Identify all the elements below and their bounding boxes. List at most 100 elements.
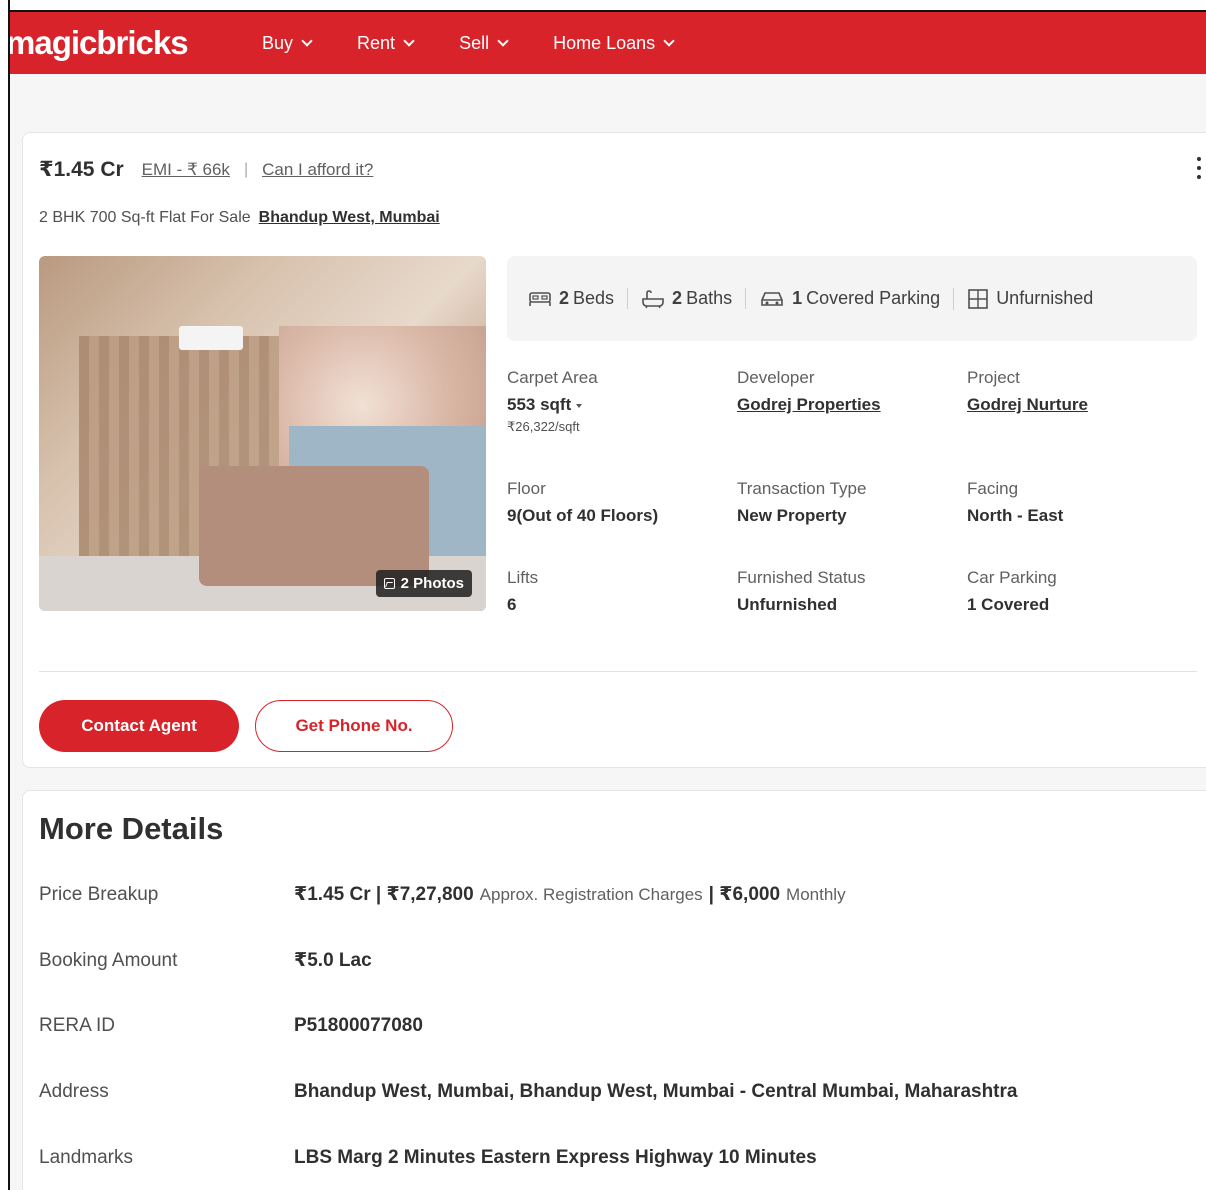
detail-lifts: Lifts 6 — [507, 568, 538, 615]
row-value: Bhandup West, Mumbai, Bhandup West, Mumb… — [294, 1081, 1018, 1102]
photo-bed — [199, 466, 429, 586]
detail-value: New Property — [737, 506, 847, 525]
row-value: P51800077080 — [294, 1015, 423, 1036]
more-options-icon[interactable] — [1197, 157, 1203, 179]
app-window: magicbricks Buy Rent Sell Home Loans ₹1.… — [10, 10, 1206, 1190]
chevron-down-icon — [301, 34, 313, 47]
afford-link[interactable]: Can I afford it? — [262, 160, 373, 180]
chevron-down-icon — [663, 34, 675, 47]
furnishing-icon — [968, 288, 988, 309]
amenity-baths-count: 2 — [672, 288, 683, 308]
detail-label: Lifts — [507, 568, 539, 587]
detail-label: Developer — [737, 368, 815, 387]
photo-count-label: 2 Photos — [400, 575, 464, 592]
listing-title: 2 BHK 700 Sq-ft Flat For Sale Bhandup Wes… — [39, 209, 440, 227]
amenities-bar: 2 Beds 2 Baths 1 Covered Parking Unfurni… — [507, 256, 1197, 341]
amenity-beds-count: 2 — [559, 288, 570, 308]
detail-value: North - East — [967, 506, 1064, 525]
detail-value[interactable]: 553 sqft — [507, 395, 598, 415]
price-breakup-monthly: Monthly — [786, 885, 846, 904]
row-label: Address — [39, 1081, 109, 1102]
price-breakup-price: ₹1.45 Cr | ₹7,27,800 — [294, 884, 474, 905]
photo-count-badge[interactable]: 2 Photos — [375, 570, 472, 597]
listing-location-link[interactable]: Bhandup West, Mumbai — [259, 209, 440, 226]
more-details-title: More Details — [39, 811, 224, 846]
carpet-area-rate: ₹26,322/sqft — [507, 419, 580, 434]
nav-home-loans-label: Home Loans — [553, 32, 656, 53]
detail-label: Floor — [507, 479, 546, 498]
listing-price: ₹1.45 Cr — [39, 158, 124, 181]
carpet-area-value: 553 sqft — [507, 395, 572, 414]
screenshot-frame-top — [0, 0, 1206, 10]
nav-sell[interactable]: Sell — [459, 32, 509, 54]
chevron-down-icon — [403, 34, 415, 47]
detail-car-parking: Car Parking 1 Covered — [967, 568, 1057, 615]
detail-row-address: Address Bhandup West, Mumbai, Bhandup We… — [39, 1081, 1017, 1103]
detail-transaction-type: Transaction Type New Property — [737, 479, 866, 526]
row-label: Booking Amount — [39, 949, 178, 971]
nav-sell-label: Sell — [459, 32, 490, 53]
detail-label: Facing — [967, 479, 1019, 498]
gallery-icon — [383, 578, 395, 589]
car-icon — [761, 291, 783, 306]
detail-furnished-status: Furnished Status Unfurnished — [737, 568, 866, 615]
price-separator: | — [243, 160, 249, 178]
emi-link[interactable]: EMI - ₹ 66k — [142, 160, 230, 180]
get-phone-button[interactable]: Get Phone No. — [255, 700, 453, 752]
detail-value: 6 — [507, 595, 517, 614]
detail-row-rera: RERA ID P51800077080 — [39, 1015, 423, 1037]
contact-agent-button[interactable]: Contact Agent — [39, 700, 239, 752]
detail-value: 9(Out of 40 Floors) — [507, 506, 659, 525]
detail-label: Car Parking — [967, 568, 1057, 587]
detail-floor: Floor 9(Out of 40 Floors) — [507, 479, 658, 526]
detail-project: Project Godrej Nurture — [967, 368, 1088, 415]
amenity-baths: 2 Baths — [627, 288, 745, 309]
nav-home-loans[interactable]: Home Loans — [553, 32, 675, 54]
more-details-section: More Details Price Breakup ₹1.45 Cr | ₹7… — [22, 790, 1206, 1190]
detail-value: 1 Covered — [967, 595, 1050, 614]
bed-icon — [529, 291, 551, 306]
amenity-beds: 2 Beds — [515, 288, 627, 309]
row-value: ₹1.45 Cr | ₹7,27,800 Approx. Registration… — [294, 883, 852, 906]
amenity-parking-count: 1 — [792, 288, 803, 308]
detail-label: Transaction Type — [737, 479, 867, 498]
amenity-furnishing-label: Unfurnished — [996, 288, 1094, 308]
detail-row-booking: Booking Amount ₹5.0 Lac — [39, 949, 372, 972]
detail-developer: Developer Godrej Properties — [737, 368, 881, 415]
photo-ac-unit — [179, 326, 243, 350]
amenity-furnishing: Unfurnished — [953, 287, 1106, 310]
listing-card: ₹1.45 Cr EMI - ₹ 66k | Can I afford it? … — [22, 132, 1206, 768]
site-logo[interactable]: magicbricks — [10, 24, 262, 62]
detail-label: Carpet Area — [507, 368, 598, 387]
detail-value: Unfurnished — [737, 595, 838, 614]
nav-buy-label: Buy — [262, 32, 294, 53]
listing-title-text: 2 BHK 700 Sq-ft Flat For Sale — [39, 209, 251, 226]
row-label: RERA ID — [39, 1015, 116, 1036]
detail-label: Project — [967, 368, 1020, 387]
screenshot-frame-left — [0, 0, 10, 1190]
row-value: LBS Marg 2 Minutes Eastern Express Highw… — [294, 1147, 817, 1168]
nav-rent[interactable]: Rent — [357, 33, 415, 54]
row-label: Landmarks — [39, 1147, 133, 1168]
developer-link[interactable]: Godrej Properties — [737, 395, 881, 415]
card-divider — [39, 671, 1197, 672]
chevron-down-icon — [497, 34, 509, 47]
amenity-parking: 1 Covered Parking — [745, 288, 953, 309]
property-photo[interactable]: 2 Photos — [39, 256, 486, 611]
detail-label: Furnished Status — [737, 568, 866, 587]
bath-icon — [642, 289, 664, 308]
detail-row-landmarks: Landmarks LBS Marg 2 Minutes Eastern Exp… — [39, 1147, 817, 1169]
project-link[interactable]: Godrej Nurture — [967, 395, 1088, 415]
caret-down-icon — [576, 403, 583, 408]
amenity-beds-label: Beds — [573, 288, 615, 308]
detail-carpet-area: Carpet Area 553 sqft ₹26,322/sqft — [507, 368, 598, 435]
detail-facing: Facing North - East — [967, 479, 1063, 526]
price-breakup-monthly-value: | ₹6,000 — [708, 884, 781, 905]
price-row: ₹1.45 Cr EMI - ₹ 66k | Can I afford it? — [39, 157, 373, 182]
amenity-baths-label: Baths — [686, 288, 733, 308]
nav-buy[interactable]: Buy — [262, 32, 313, 54]
site-header: magicbricks Buy Rent Sell Home Loans — [10, 10, 1206, 74]
row-value: ₹5.0 Lac — [294, 950, 372, 971]
row-label: Price Breakup — [39, 883, 159, 905]
price-breakup-reg: Approx. Registration Charges — [479, 885, 703, 904]
